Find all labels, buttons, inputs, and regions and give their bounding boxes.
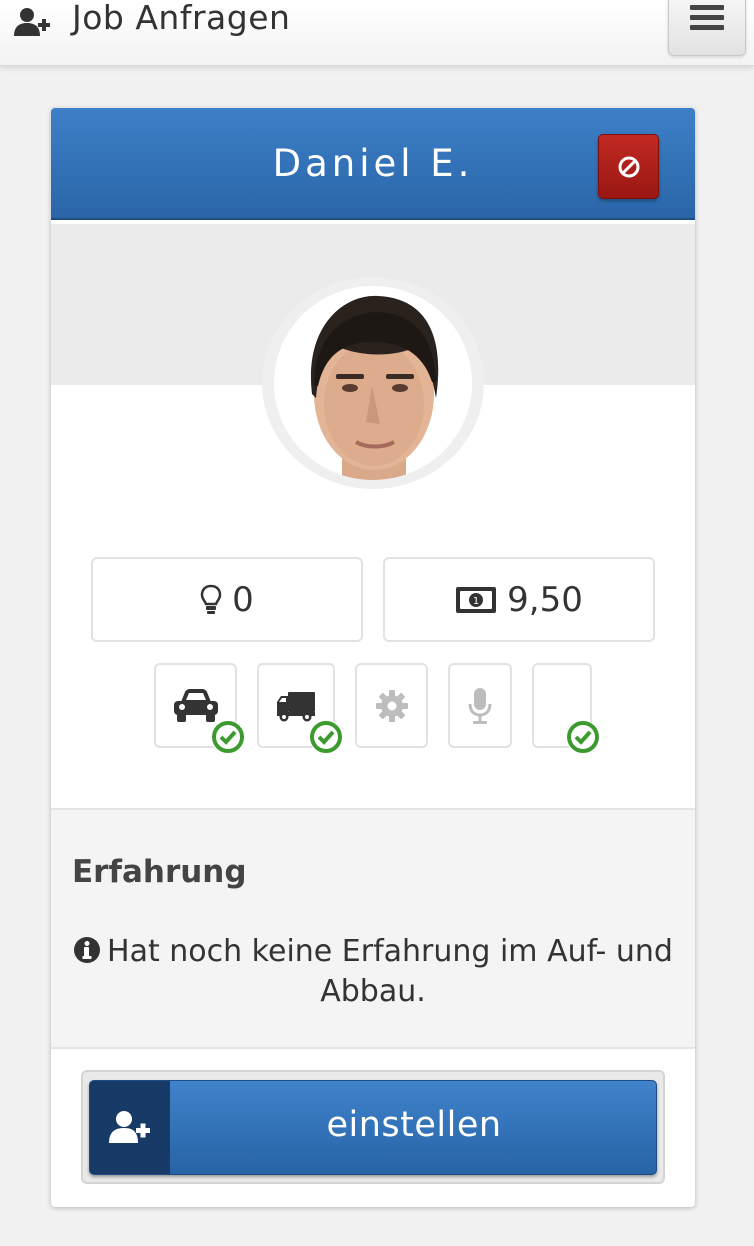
experience-text-wrap: Hat noch keine Erfahrung im Auf- und Abb…	[71, 932, 675, 1012]
avatar	[274, 286, 472, 480]
top-bar: Job Anfragen	[0, 0, 754, 66]
microphone-icon	[468, 687, 492, 724]
user-plus-icon	[14, 8, 50, 36]
hire-button-label: einstellen	[326, 1105, 502, 1145]
experience-text: Hat noch keine Erfahrung im Auf- und Abb…	[107, 934, 673, 1009]
info-circle-icon	[74, 937, 101, 963]
profile-photo	[274, 286, 472, 480]
check-icon	[211, 720, 245, 754]
reject-button[interactable]	[598, 134, 659, 199]
hire-icon-cell	[90, 1081, 170, 1174]
wage-value: 9,50	[507, 579, 583, 620]
hire-button[interactable]: einstellen	[89, 1080, 657, 1175]
ban-icon	[618, 156, 640, 178]
svg-text:1: 1	[473, 596, 479, 607]
page-title: Job Anfragen	[72, 0, 291, 37]
skill-microphone	[448, 663, 512, 748]
check-icon	[566, 720, 600, 754]
truck-icon	[277, 691, 315, 721]
hamburger-menu-icon	[690, 5, 724, 30]
menu-button[interactable]	[668, 0, 746, 56]
car-icon	[173, 688, 218, 722]
divider	[51, 1047, 695, 1049]
ideas-value: 0	[232, 579, 254, 620]
applicant-card: Daniel E. 0 1 9,50 Erfahrung Hat noch ke…	[51, 108, 695, 1207]
card-header: Daniel E.	[51, 108, 695, 220]
wage-stat: 1 9,50	[383, 557, 655, 642]
experience-title: Erfahrung	[72, 854, 247, 890]
ideas-stat: 0	[91, 557, 363, 642]
experience-section: Erfahrung Hat noch keine Erfahrung im Au…	[51, 810, 695, 1048]
lightbulb-icon	[200, 584, 222, 614]
gear-icon	[375, 689, 408, 722]
money-bill-icon: 1	[456, 586, 497, 613]
user-plus-icon	[109, 1111, 150, 1143]
check-icon	[309, 720, 343, 754]
skill-gear	[355, 663, 428, 748]
